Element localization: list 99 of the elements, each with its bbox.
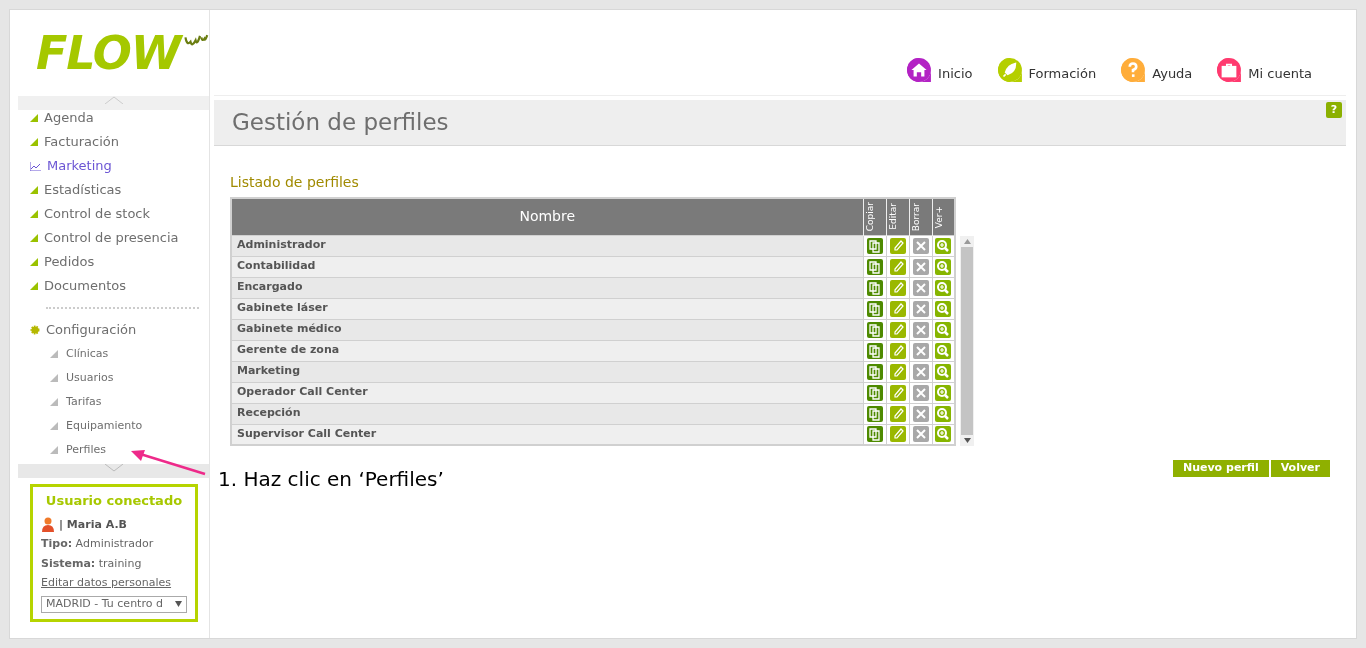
triangle-icon (50, 422, 58, 430)
pencil-icon[interactable] (889, 279, 906, 296)
section-title: Listado de perfiles (230, 173, 360, 192)
zoom-in-icon[interactable] (935, 258, 952, 275)
table-cell: Operador Call Center (231, 382, 863, 403)
table-cell: Supervisor Call Center (231, 424, 863, 445)
sidebar-subitem[interactable]: Clínicas (30, 342, 199, 366)
close-icon[interactable] (912, 279, 929, 296)
pencil-icon[interactable] (889, 300, 906, 317)
gear-icon (30, 325, 40, 335)
triangle-icon (30, 210, 38, 218)
table-cell: Contabilidad (231, 256, 863, 277)
copy-icon[interactable] (866, 426, 883, 443)
copy-icon[interactable] (866, 384, 883, 401)
sidebar-item[interactable]: Documentos (30, 274, 199, 298)
zoom-in-icon[interactable] (935, 405, 952, 422)
pencil-icon[interactable] (889, 363, 906, 380)
triangle-icon (30, 138, 38, 146)
sidebar-subitem[interactable]: Equipamiento (30, 414, 199, 438)
pencil-icon[interactable] (889, 384, 906, 401)
triangle-icon (50, 374, 58, 382)
nav-link[interactable]: Ayuda (1120, 57, 1193, 83)
triangle-icon (50, 350, 58, 358)
person-icon (41, 517, 55, 533)
close-icon[interactable] (912, 321, 929, 338)
pencil-icon[interactable] (889, 237, 906, 254)
sidebar-item[interactable]: Control de presencia (30, 226, 199, 250)
user-field: Tipo: Administrador (41, 536, 187, 553)
copy-icon[interactable] (866, 279, 883, 296)
zoom-in-icon[interactable] (935, 384, 952, 401)
pencil-icon[interactable] (889, 426, 906, 443)
copy-icon[interactable] (866, 363, 883, 380)
table-cell: Administrador (231, 235, 863, 256)
nav-link[interactable]: Formación (996, 57, 1097, 83)
chevron-up-icon (103, 96, 124, 104)
copy-icon[interactable] (866, 342, 883, 359)
copy-icon[interactable] (866, 405, 883, 422)
zoom-in-icon[interactable] (935, 342, 952, 359)
scroll-down-icon (963, 438, 971, 443)
table-cell: Recepción (231, 403, 863, 424)
zoom-in-icon[interactable] (935, 363, 952, 380)
logo: FLOW (36, 30, 181, 76)
triangle-icon (30, 282, 38, 290)
page-title: Gestión de perfiles (232, 108, 449, 138)
sidebar-item[interactable]: Control de stock (30, 202, 199, 226)
edit-profile-link[interactable]: Editar datos personales (41, 575, 187, 592)
panel-title: Usuario conectado (44, 492, 184, 510)
table-cell: Marketing (231, 361, 863, 382)
nav-link[interactable]: Mi cuenta (1216, 57, 1312, 83)
close-icon[interactable] (912, 426, 929, 443)
sidebar-item[interactable]: Estadísticas (30, 178, 199, 202)
table-cell: Gabinete médico (231, 319, 863, 340)
close-icon[interactable] (912, 258, 929, 275)
sidebar-subitem[interactable]: Perfiles (30, 438, 199, 462)
dropdown-arrow-icon (175, 601, 182, 607)
pencil-icon[interactable] (889, 342, 906, 359)
close-icon[interactable] (912, 237, 929, 254)
triangle-icon (30, 258, 38, 266)
sidebar-item[interactable]: Marketing (30, 154, 199, 178)
triangle-icon (30, 234, 38, 242)
zoom-in-icon[interactable] (935, 426, 952, 443)
chevron-down-icon (103, 464, 124, 472)
close-icon[interactable] (912, 405, 929, 422)
nav-link[interactable]: Inicio (906, 57, 973, 83)
triangle-icon (50, 446, 58, 454)
triangle-icon (30, 186, 38, 194)
zoom-in-icon[interactable] (935, 321, 952, 338)
table-cell: Gabinete láser (231, 298, 863, 319)
scroll-down-bar[interactable] (18, 464, 209, 478)
pencil-icon[interactable] (889, 405, 906, 422)
close-icon[interactable] (912, 342, 929, 359)
copy-icon[interactable] (866, 237, 883, 254)
close-icon[interactable] (912, 363, 929, 380)
pencil-icon[interactable] (889, 258, 906, 275)
sidebar-item[interactable]: Pedidos (30, 250, 199, 274)
table-cell: Gerente de zona (231, 340, 863, 361)
sidebar-subitem[interactable]: Tarifas (30, 390, 199, 414)
line-chart-icon (30, 161, 41, 171)
copy-icon[interactable] (866, 321, 883, 338)
copy-icon[interactable] (866, 300, 883, 317)
user-field: Sistema: training (41, 555, 187, 572)
triangle-icon (50, 398, 58, 406)
scroll-up-icon (963, 239, 971, 244)
zoom-in-icon[interactable] (935, 279, 952, 296)
user-name: | Maria A.B (59, 516, 127, 533)
close-icon[interactable] (912, 384, 929, 401)
sidebar-item[interactable]: Agenda (30, 106, 199, 130)
table-cell: Encargado (231, 277, 863, 298)
close-icon[interactable] (912, 300, 929, 317)
sidebar-subitem[interactable]: Usuarios (30, 366, 199, 390)
copy-icon[interactable] (866, 258, 883, 275)
triangle-icon (30, 114, 38, 122)
pencil-icon[interactable] (889, 321, 906, 338)
center-select[interactable]: MADRID - Tu centro d (41, 595, 187, 613)
sidebar-item[interactable]: Facturación (30, 130, 199, 154)
zoom-in-icon[interactable] (935, 237, 952, 254)
scrollbar[interactable] (960, 236, 974, 446)
zoom-in-icon[interactable] (935, 300, 952, 317)
sidebar-item[interactable]: Configuración (30, 318, 199, 342)
